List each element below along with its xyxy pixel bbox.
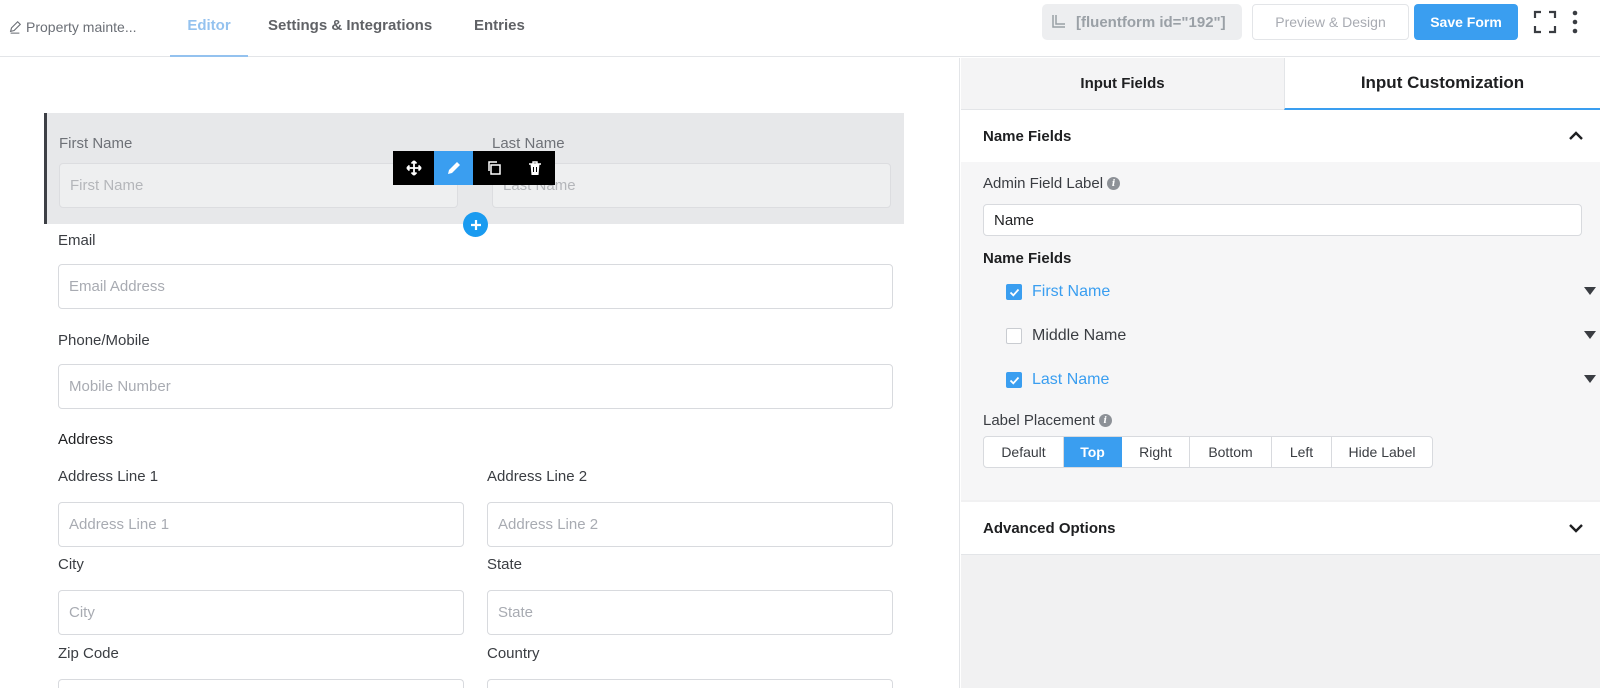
copy-icon — [1052, 15, 1065, 28]
admin-field-label-input[interactable]: Name — [983, 204, 1582, 236]
name-field-item-last[interactable]: Last Name — [1006, 368, 1596, 392]
info-icon[interactable]: i — [1098, 414, 1112, 427]
tab-input-customization[interactable]: Input Customization — [1284, 58, 1600, 110]
state-label: State — [487, 556, 523, 573]
last-name-option-label: Last Name — [1032, 371, 1110, 388]
caret-down-icon[interactable] — [1584, 287, 1596, 295]
zip-code-input[interactable] — [58, 679, 464, 688]
caret-down-icon[interactable] — [1584, 375, 1596, 383]
placement-default[interactable]: Default — [984, 437, 1064, 467]
label-placement-segmented: Default Top Right Bottom Left Hide Label — [983, 436, 1433, 468]
name-field-item-first[interactable]: First Name — [1006, 280, 1596, 304]
tab-entries[interactable]: Entries — [474, 0, 525, 57]
placement-left[interactable]: Left — [1272, 437, 1332, 467]
top-bar: Property mainte... Editor Settings & Int… — [0, 0, 1600, 57]
zip-code-label: Zip Code — [58, 645, 119, 662]
placement-right[interactable]: Right — [1122, 437, 1190, 467]
phone-input[interactable]: Mobile Number — [58, 364, 893, 409]
first-name-label: First Name — [59, 135, 133, 152]
middle-name-checkbox[interactable] — [1006, 328, 1022, 344]
plus-icon — [470, 219, 481, 230]
country-select[interactable] — [487, 679, 893, 688]
first-name-option-label: First Name — [1032, 283, 1111, 300]
first-name-checkbox[interactable] — [1006, 284, 1022, 300]
save-form-button[interactable]: Save Form — [1414, 4, 1518, 40]
section-title: Name Fields — [983, 127, 1072, 145]
chevron-up-icon — [1569, 131, 1583, 140]
address-line1-label: Address Line 1 — [58, 468, 159, 485]
add-field-button[interactable] — [463, 212, 488, 237]
city-label: City — [58, 556, 84, 573]
move-button[interactable] — [393, 151, 434, 185]
city-input[interactable]: City — [58, 590, 464, 635]
tab-settings-integrations[interactable]: Settings & Integrations — [268, 0, 432, 57]
middle-name-option-label: Middle Name — [1032, 327, 1127, 344]
admin-field-label: Admin Field Label i — [983, 175, 1121, 192]
shortcode-text: [fluentform id="192"] — [1076, 13, 1226, 31]
email-label: Email — [58, 232, 96, 249]
tab-editor[interactable]: Editor — [170, 0, 248, 57]
advanced-options-section-header[interactable]: Advanced Options — [961, 502, 1600, 554]
label-placement-text: Label Placement — [983, 412, 1095, 429]
info-icon[interactable]: i — [1107, 177, 1121, 190]
duplicate-icon — [487, 161, 501, 175]
advanced-options-title: Advanced Options — [983, 519, 1116, 537]
pencil-icon — [9, 20, 22, 34]
settings-panel: Input Fields Input Customization Name Fi… — [961, 58, 1600, 688]
form-name-text: Property mainte... — [26, 19, 137, 35]
more-vertical-icon[interactable] — [1571, 9, 1579, 35]
last-name-checkbox[interactable] — [1006, 372, 1022, 388]
address-section-label: Address — [58, 431, 114, 448]
shortcode-copy[interactable]: [fluentform id="192"] — [1042, 4, 1242, 40]
name-field-item-middle[interactable]: Middle Name — [1006, 324, 1596, 348]
label-placement-label: Label Placement i — [983, 412, 1112, 429]
panel-empty-area — [961, 554, 1600, 688]
delete-field-button[interactable] — [514, 151, 555, 185]
duplicate-field-button[interactable] — [473, 151, 514, 185]
tab-input-fields[interactable]: Input Fields — [961, 58, 1284, 110]
pencil-icon — [447, 162, 460, 174]
edit-field-button[interactable] — [434, 151, 473, 185]
preview-design-button[interactable]: Preview & Design — [1252, 4, 1409, 40]
address-line2-input[interactable]: Address Line 2 — [487, 502, 893, 547]
address-line1-input[interactable]: Address Line 1 — [58, 502, 464, 547]
last-name-label: Last Name — [492, 135, 565, 152]
caret-down-icon[interactable] — [1584, 331, 1596, 339]
placement-bottom[interactable]: Bottom — [1190, 437, 1272, 467]
check-icon — [1009, 376, 1019, 385]
move-icon — [405, 160, 422, 176]
name-fields-section-header[interactable]: Name Fields — [961, 110, 1600, 162]
country-label: Country — [487, 645, 540, 662]
address-line2-label: Address Line 2 — [487, 468, 588, 485]
check-icon — [1009, 288, 1019, 297]
email-input[interactable]: Email Address — [58, 264, 893, 309]
phone-label: Phone/Mobile — [58, 332, 150, 349]
trash-icon — [528, 161, 541, 175]
form-editor-canvas: First Name First Name Last Name Last Nam… — [0, 58, 960, 688]
chevron-down-icon — [1569, 524, 1583, 533]
form-name[interactable]: Property mainte... — [8, 17, 137, 37]
field-action-toolbar — [393, 151, 558, 185]
fullscreen-icon[interactable] — [1533, 10, 1557, 34]
name-fields-label: Name Fields — [983, 250, 1072, 267]
admin-field-label-text: Admin Field Label — [983, 175, 1104, 192]
state-input[interactable]: State — [487, 590, 893, 635]
placement-top[interactable]: Top — [1064, 437, 1122, 467]
placement-hide-label[interactable]: Hide Label — [1332, 437, 1432, 467]
